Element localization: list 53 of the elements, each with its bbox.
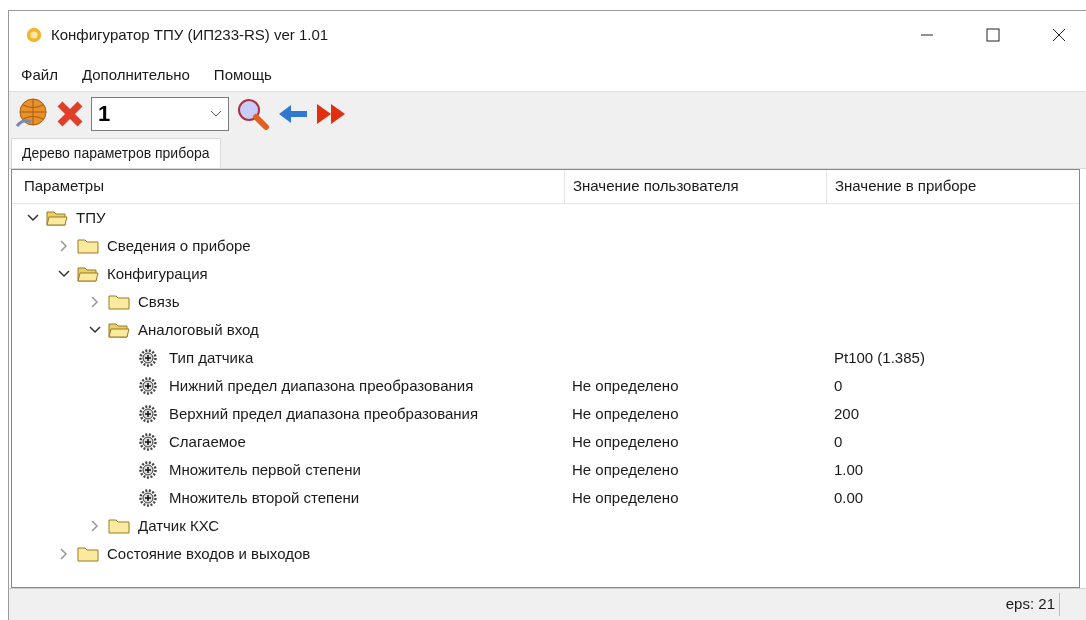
- maximize-icon[interactable]: [986, 28, 1000, 42]
- table-cell: Не определено: [572, 432, 679, 450]
- table-cell: 200: [834, 404, 860, 422]
- tree-item: Слагаемое: [169, 431, 246, 452]
- table-cell: Pt100 (1.385): [834, 348, 925, 366]
- chevron-down-icon: [210, 109, 222, 118]
- column-header[interactable]: Параметры: [12, 170, 564, 203]
- chevron-right-icon[interactable]: [91, 296, 99, 308]
- tab[interactable]: Дерево параметров прибора: [11, 138, 221, 168]
- address-dropdown[interactable]: 1: [91, 96, 229, 131]
- arrow-left-icon[interactable]: [277, 102, 309, 125]
- table-cell: 0: [834, 376, 843, 394]
- chevron-right-icon[interactable]: [60, 548, 68, 560]
- column-header[interactable]: Значение в приборе: [826, 170, 1079, 203]
- tree-item: Связь: [138, 291, 180, 312]
- menu-item[interactable]: Файл: [21, 63, 58, 87]
- menu-item[interactable]: Помощь: [213, 63, 272, 87]
- tree-item: Конфигурация: [107, 263, 208, 284]
- open-folder-icon: [108, 322, 130, 338]
- column-header[interactable]: Значение пользователя: [564, 170, 826, 203]
- tree-item: Аналоговый вход: [138, 319, 259, 340]
- open-folder-icon: [46, 210, 68, 226]
- tree-item: Нижний предел диапазона преобразования: [169, 375, 474, 396]
- close-icon[interactable]: [1052, 28, 1066, 42]
- tree-item: Множитель первой степени: [169, 459, 361, 480]
- table-cell: 0: [834, 432, 843, 450]
- tree-item: Сведения о приборе: [107, 235, 251, 256]
- tree-item: Множитель второй степени: [169, 487, 360, 508]
- open-folder-icon: [77, 266, 99, 282]
- chevron-down-icon[interactable]: [89, 326, 101, 334]
- folder-icon: [108, 518, 130, 534]
- chevron-down-icon[interactable]: [58, 270, 70, 278]
- tree-item: Верхний предел диапазона преобразования: [169, 403, 479, 424]
- tree-item: Датчик КХС: [138, 515, 220, 536]
- tree-item: ТПУ: [76, 207, 106, 228]
- table-cell: Не определено: [572, 488, 679, 506]
- table-cell: 1.00: [834, 460, 864, 478]
- chevron-right-icon[interactable]: [60, 240, 68, 252]
- tree-item: Тип датчика: [169, 347, 254, 368]
- status-text: eps: 21: [1005, 593, 1060, 616]
- table-cell: Не определено: [572, 460, 679, 478]
- table-cell: 0.00: [834, 488, 864, 506]
- chevron-down-icon[interactable]: [27, 214, 39, 222]
- address-value: 1: [98, 100, 112, 128]
- folder-icon: [77, 546, 99, 562]
- folder-icon: [77, 238, 99, 254]
- chevron-right-icon[interactable]: [91, 520, 99, 532]
- folder-icon: [108, 294, 130, 310]
- table-cell: Не определено: [572, 376, 679, 394]
- table-cell: Не определено: [572, 404, 679, 422]
- tree-item: Состояние входов и выходов: [107, 543, 311, 564]
- window-title: Конфигуратор ТПУ (ИП233-RS) ver 1.01: [51, 24, 329, 45]
- menu-item[interactable]: Дополнительно: [81, 63, 190, 87]
